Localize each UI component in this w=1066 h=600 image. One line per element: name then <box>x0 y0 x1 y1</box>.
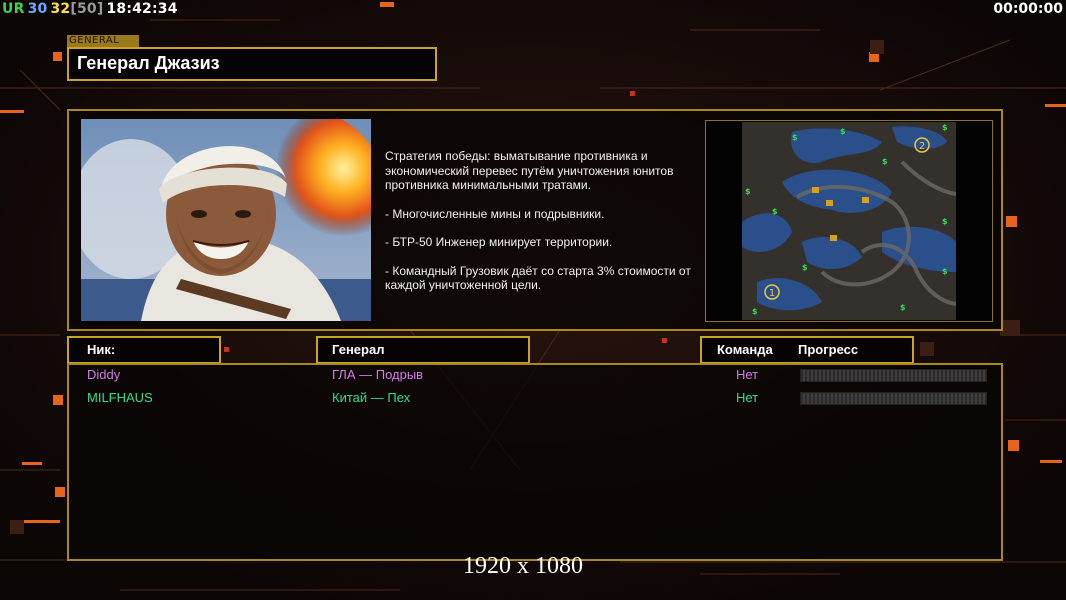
svg-text:$: $ <box>792 133 798 142</box>
player-general: Китай — Пех <box>332 390 411 405</box>
general-title-box: Генерал Джазиз <box>67 47 437 81</box>
minimap-frame: $ $ $ $ $ $ $ $ $ $ $ 2 1 <box>705 120 993 322</box>
feature-3: - Командный Грузовик даёт со старта 3% с… <box>385 263 691 293</box>
player-list: Diddy ГЛА — Подрыв Нет MILFHAUS Китай — … <box>67 363 1003 561</box>
hud-prefix: UR <box>2 1 25 17</box>
svg-text:$: $ <box>802 263 808 272</box>
header-nick-label: Ник: <box>87 342 116 357</box>
svg-text:$: $ <box>882 157 888 166</box>
start-position-1: 1 <box>769 288 775 299</box>
svg-text:$: $ <box>942 267 948 276</box>
player-nick: MILFHAUS <box>87 390 153 405</box>
header-team-label: Команда <box>717 342 773 357</box>
general-info-panel: Стратегия победы: выматывание противника… <box>67 109 1003 331</box>
svg-text:$: $ <box>752 307 758 316</box>
header-nick: Ник: <box>67 336 221 364</box>
header-team-progress: Команда Прогресс <box>700 336 914 364</box>
hud-count-a: 30 <box>27 1 48 17</box>
player-general: ГЛА — Подрыв <box>332 367 424 382</box>
hud-stats: UR 30 32[50] 18:42:34 <box>2 1 181 17</box>
player-team: Нет <box>736 390 759 405</box>
svg-text:$: $ <box>942 217 948 226</box>
general-tag: GENERAL <box>67 35 139 47</box>
start-position-2: 2 <box>919 141 925 152</box>
header-general-label: Генерал <box>332 342 385 357</box>
player-row[interactable]: Diddy ГЛА — Подрыв Нет <box>69 367 1001 387</box>
resolution-label: 1920 x 1080 <box>463 553 583 579</box>
svg-text:$: $ <box>942 123 948 132</box>
player-progress-bar <box>800 369 987 382</box>
feature-1: - Многочисленные мины и подрывники. <box>385 206 605 221</box>
minimap: $ $ $ $ $ $ $ $ $ $ $ 2 1 <box>742 122 956 320</box>
player-nick: Diddy <box>87 367 121 382</box>
player-row[interactable]: MILFHAUS Китай — Пех Нет <box>69 390 1001 410</box>
hud-count-b: 32 <box>50 1 71 17</box>
player-team: Нет <box>736 367 759 382</box>
svg-text:$: $ <box>840 127 846 136</box>
svg-text:$: $ <box>772 207 778 216</box>
svg-text:$: $ <box>900 303 906 312</box>
feature-2: - БТР-50 Инженер минирует территории. <box>385 235 613 249</box>
player-progress-bar <box>800 392 987 405</box>
header-progress-label: Прогресс <box>798 342 859 357</box>
svg-text:$: $ <box>745 187 751 196</box>
general-description: Стратегия победы: выматывание противника… <box>385 149 705 307</box>
header-general: Генерал <box>316 336 530 364</box>
hud-timer: 00:00:00 <box>993 1 1063 17</box>
hud-count-c: [50] <box>70 1 104 17</box>
general-portrait <box>81 119 371 321</box>
strategy-text: Стратегия победы: выматывание противника… <box>385 149 674 192</box>
general-name: Генерал Джазиз <box>77 53 220 73</box>
hud-clock: 18:42:34 <box>106 1 178 17</box>
